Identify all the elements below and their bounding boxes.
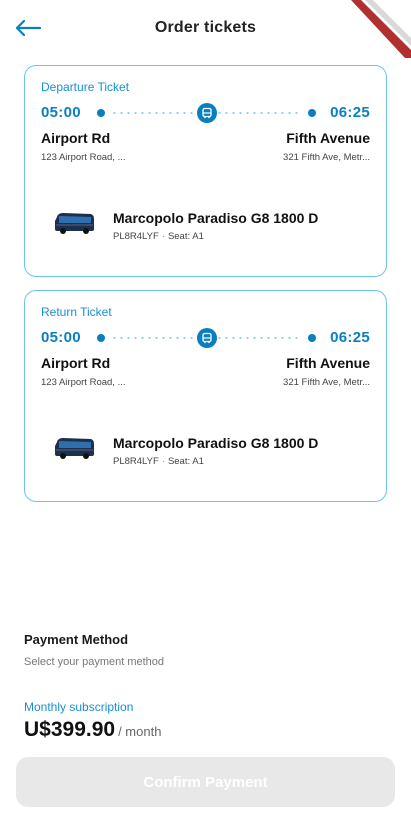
- ticket-route-section: Return Ticket 05:00 06:25 Airport Rd Fif…: [24, 290, 387, 406]
- corner-ribbon: [351, 0, 411, 58]
- route-line: [97, 328, 316, 348]
- destination-address: 321 Fifth Ave, Metr...: [283, 152, 370, 163]
- ticket-label: Return Ticket: [41, 305, 112, 319]
- bus-plate: PL8R4LYF: [113, 456, 159, 467]
- ticket-bus-section: Marcopolo Paradiso G8 1800 D PL8R4LYF · Se…: [24, 180, 387, 277]
- bus-meta: PL8R4LYF · Seat: A1: [113, 456, 204, 467]
- confirm-payment-button[interactable]: Confirm Payment: [16, 757, 395, 807]
- bus-icon: [196, 103, 217, 123]
- origin-address: 123 Airport Road, ...: [41, 377, 126, 388]
- price-period: / month: [118, 724, 162, 739]
- bus-name: Marcopolo Paradiso G8 1800 D: [113, 210, 319, 226]
- origin-station: Airport Rd: [41, 130, 111, 146]
- price-amount: U$399.90: [24, 718, 116, 741]
- origin-station: Airport Rd: [41, 355, 111, 371]
- seat-number: Seat: A1: [167, 456, 204, 467]
- ticket-bus-section: Marcopolo Paradiso G8 1800 D PL8R4LYF · Se…: [24, 405, 387, 502]
- destination-station: Fifth Avenue: [286, 130, 370, 146]
- route-line: [97, 103, 316, 123]
- arrival-time: 06:25: [330, 329, 370, 346]
- bus-icon: [196, 328, 217, 348]
- price-row: U$399.90/ month: [24, 718, 161, 742]
- payment-method-subtitle: Select your payment method: [24, 656, 165, 668]
- app-header: Order tickets: [0, 0, 411, 58]
- origin-address: 123 Airport Road, ...: [41, 152, 126, 163]
- ticket-route-section: Departure Ticket 05:00 06:25 Airport Rd …: [24, 65, 387, 181]
- route-start-dot: [97, 334, 105, 342]
- bus-image: [55, 438, 94, 459]
- route-end-dot: [308, 334, 316, 342]
- payment-method-title: Payment Method: [24, 632, 129, 647]
- bus-name: Marcopolo Paradiso G8 1800 D: [113, 435, 319, 451]
- departure-time: 05:00: [41, 104, 81, 121]
- route-start-dot: [97, 109, 105, 117]
- destination-station: Fifth Avenue: [286, 355, 370, 371]
- bus-meta: PL8R4LYF · Seat: A1: [113, 231, 204, 242]
- route-end-dot: [308, 109, 316, 117]
- departure-time: 05:00: [41, 329, 81, 346]
- bus-image: [55, 213, 94, 234]
- bus-plate: PL8R4LYF: [113, 231, 159, 242]
- page-title: Order tickets: [154, 19, 257, 36]
- destination-address: 321 Fifth Ave, Metr...: [283, 377, 370, 388]
- seat-number: Seat: A1: [167, 231, 204, 242]
- plan-label: Monthly subscription: [24, 700, 134, 714]
- arrival-time: 06:25: [330, 104, 370, 121]
- ticket-label: Departure Ticket: [41, 80, 130, 94]
